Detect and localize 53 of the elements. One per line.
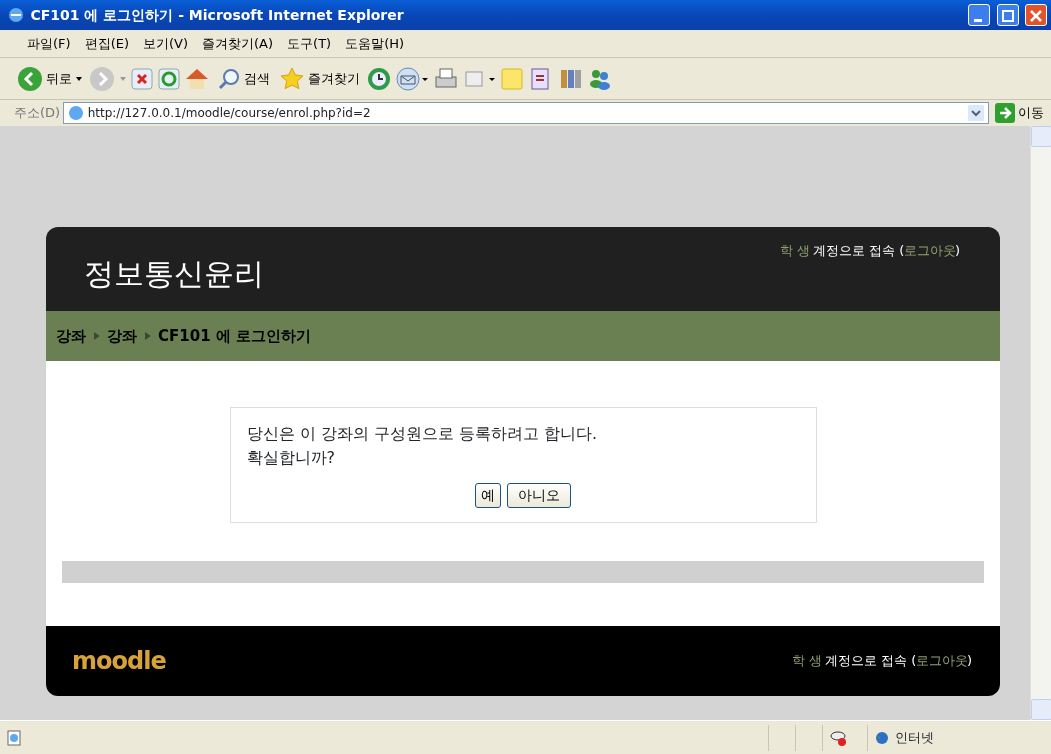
menu-item[interactable]: 파일(F)	[20, 31, 78, 56]
close-button[interactable]	[1025, 4, 1047, 26]
caret-icon[interactable]	[118, 75, 127, 82]
login-text: 계정으로 접속 (	[813, 242, 905, 260]
user-link[interactable]: 학 생	[779, 241, 810, 261]
logout-link[interactable]: 로그아웃	[915, 651, 968, 671]
caret-icon	[75, 75, 83, 82]
menu-item[interactable]: 도구(T)	[280, 31, 339, 56]
star-icon	[278, 65, 305, 92]
search-icon	[216, 66, 241, 91]
login-text: )	[966, 652, 972, 671]
address-label: 주소(D)	[14, 104, 61, 123]
globe-icon	[874, 730, 889, 745]
menu-item[interactable]: 도움말(H)	[338, 31, 412, 56]
browser-icon	[8, 7, 24, 23]
forward-icon[interactable]	[89, 65, 116, 92]
login-text: )	[954, 242, 960, 260]
zone-label: 인터넷	[895, 728, 935, 747]
history-icon[interactable]	[366, 65, 392, 92]
favorites-button[interactable]: 즐겨찾기	[275, 63, 363, 94]
logout-link[interactable]: 로그아웃	[903, 241, 956, 261]
breadcrumb-link[interactable]: 강좌	[107, 324, 137, 348]
back-button[interactable]: 뒤로	[14, 63, 86, 94]
site-title: 정보통신윤리	[84, 255, 264, 293]
mail-icon[interactable]	[395, 65, 430, 92]
page-icon	[68, 105, 85, 121]
dropdown-icon[interactable]	[967, 105, 984, 121]
go-arrow-icon	[995, 103, 1015, 123]
breadcrumb-current: CF101 에 로그인하기	[158, 325, 311, 347]
address-field[interactable]: http://127.0.0.1/moodle/course/enrol.php?id=2	[63, 102, 989, 124]
url-text: http://127.0.0.1/moodle/course/enrol.php?id=2	[87, 105, 371, 122]
moodle-logo[interactable]: moodle	[72, 643, 166, 679]
minimize-icon	[974, 18, 982, 22]
yes-button[interactable]: 예	[474, 483, 501, 508]
breadcrumb-link[interactable]: 강좌	[56, 324, 86, 348]
confirmation-message: 당신은 이 강좌의 구성원으로 등록하려고 합니다. 확실합니까?	[246, 423, 598, 469]
breadcrumb-arrow-icon	[143, 331, 152, 341]
minimize-button[interactable]	[968, 4, 990, 26]
page-icon	[6, 729, 22, 746]
stop-icon[interactable]	[129, 66, 154, 91]
menu-item[interactable]: 편집(E)	[77, 31, 136, 56]
breadcrumb-arrow-icon	[92, 331, 101, 341]
user-link[interactable]: 학 생	[791, 651, 822, 671]
maximize-button[interactable]	[996, 4, 1019, 26]
login-text: 계정으로 접속 (	[825, 652, 917, 671]
privacy-icon[interactable]	[829, 728, 848, 747]
refresh-icon[interactable]	[157, 66, 181, 91]
menu-item[interactable]: 즐겨찾기(A)	[195, 31, 281, 56]
window-title: CF101 에 로그인하기 - Microsoft Internet Explorer	[30, 5, 405, 25]
no-button[interactable]: 아니오	[507, 483, 572, 508]
go-button[interactable]: 이동	[992, 101, 1047, 125]
menu-item[interactable]: 보기(V)	[136, 31, 196, 56]
search-button[interactable]: 검색	[213, 64, 273, 93]
